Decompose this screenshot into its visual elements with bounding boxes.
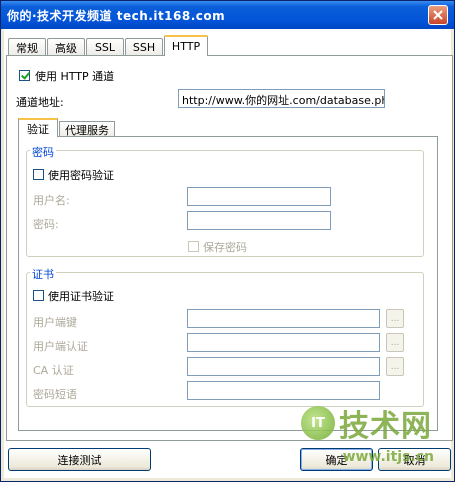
site-watermark: IT 技术网 xyxy=(301,401,432,445)
dialog-window: 你的·技术开发频道 tech.it168.com 常规 高级 SSL SSH H… xyxy=(0,0,455,482)
password-group-title: 密码 xyxy=(30,144,56,160)
client-key-input[interactable] xyxy=(187,309,380,328)
client-cert-label: 用户端认证 xyxy=(33,340,88,353)
passphrase-input[interactable] xyxy=(187,381,380,400)
inner-tab-proxy[interactable]: 代理服务 xyxy=(59,121,115,137)
use-cert-auth-label: 使用证书验证 xyxy=(48,290,114,303)
use-http-tunnel-label: 使用 HTTP 通道 xyxy=(35,70,115,83)
watermark-logo-icon: IT xyxy=(301,406,335,440)
save-password-label: 保存密码 xyxy=(203,241,247,254)
use-cert-auth-checkbox[interactable] xyxy=(33,290,44,301)
window-title: 你的·技术开发频道 tech.it168.com xyxy=(7,9,226,23)
use-password-auth-label: 使用密码验证 xyxy=(48,169,114,182)
password-input[interactable] xyxy=(187,211,331,230)
tab-ssh[interactable]: SSH xyxy=(125,38,163,56)
tab-ssl[interactable]: SSL xyxy=(86,38,124,56)
ca-cert-input[interactable] xyxy=(187,357,380,376)
save-password-checkbox[interactable] xyxy=(188,241,199,252)
inner-tab-auth[interactable]: 验证 xyxy=(18,118,58,137)
tab-general[interactable]: 常规 xyxy=(8,38,46,56)
client-key-browse-button[interactable]: ... xyxy=(386,309,404,328)
use-password-auth-checkbox[interactable] xyxy=(33,169,44,180)
certificate-group-title: 证书 xyxy=(30,266,56,282)
close-icon xyxy=(433,10,443,20)
tunnel-address-label: 通道地址: xyxy=(16,96,64,109)
tunnel-address-input[interactable]: http://www.你的网址.com/database.php xyxy=(178,89,385,108)
client-cert-browse-button[interactable]: ... xyxy=(386,333,404,352)
title-bar[interactable]: 你的·技术开发频道 tech.it168.com xyxy=(1,1,454,29)
tab-advanced[interactable]: 高级 xyxy=(47,38,85,56)
close-button[interactable] xyxy=(428,5,448,25)
username-input[interactable] xyxy=(187,187,331,206)
password-label: 密码: xyxy=(33,218,59,231)
username-label: 用户名: xyxy=(33,194,70,207)
test-connection-button[interactable]: 连接测试 xyxy=(8,448,151,471)
watermark-text: 技术网 xyxy=(339,409,432,444)
use-http-tunnel-checkbox[interactable] xyxy=(19,70,30,81)
passphrase-label: 密码短语 xyxy=(33,388,77,401)
watermark-url: www.itjs.cn xyxy=(342,449,434,465)
ca-cert-label: CA 认证 xyxy=(33,364,74,377)
ca-cert-browse-button[interactable]: ... xyxy=(386,357,404,376)
tab-http[interactable]: HTTP xyxy=(164,35,208,56)
client-key-label: 用户端键 xyxy=(33,316,77,329)
client-cert-input[interactable] xyxy=(187,333,380,352)
